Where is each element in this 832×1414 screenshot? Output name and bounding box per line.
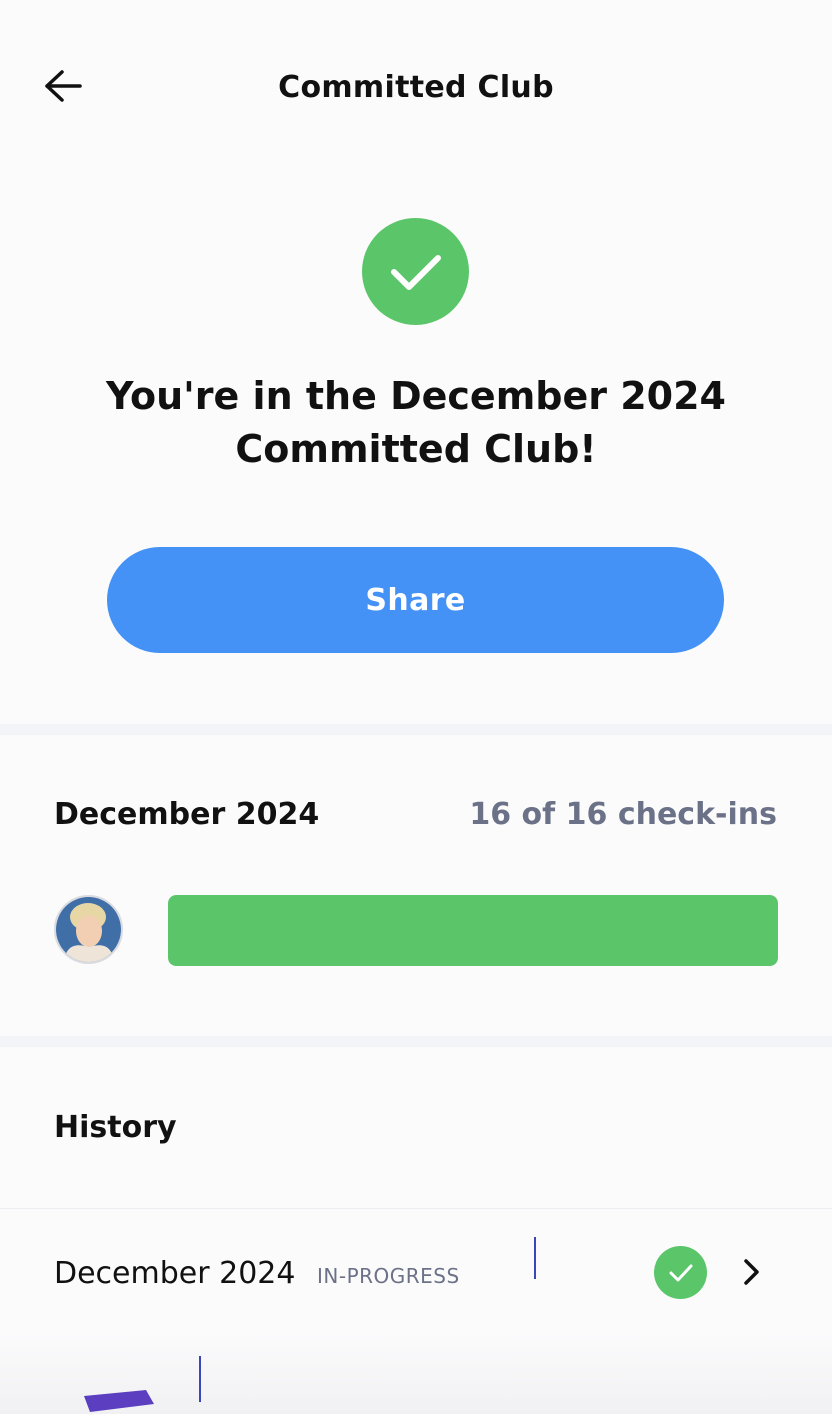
page-title: Committed Club — [278, 70, 554, 105]
stray-mark — [199, 1356, 201, 1402]
history-row-month: December 2024 — [54, 1256, 296, 1291]
app-header: Committed Club — [0, 0, 832, 180]
check-circle-icon — [362, 218, 469, 325]
section-divider — [0, 724, 832, 735]
status-badge: IN-PROGRESS — [317, 1264, 460, 1288]
checkin-count: 16 of 16 check-ins — [469, 797, 777, 832]
stray-shape — [84, 1390, 154, 1412]
checkin-progress-bar — [168, 895, 778, 966]
user-avatar — [54, 895, 123, 964]
club-message: You're in the December 2024 Committed Cl… — [105, 374, 726, 471]
chevron-right-icon — [736, 1257, 766, 1287]
progress-fill — [168, 895, 778, 966]
history-title: History — [54, 1110, 177, 1145]
share-button[interactable]: Share — [107, 547, 724, 653]
section-divider — [0, 1036, 832, 1047]
stray-mark — [534, 1237, 536, 1279]
history-row[interactable]: December 2024 IN-PROGRESS — [0, 1208, 832, 1335]
current-month-label: December 2024 — [54, 797, 320, 832]
check-circle-icon — [654, 1246, 707, 1299]
